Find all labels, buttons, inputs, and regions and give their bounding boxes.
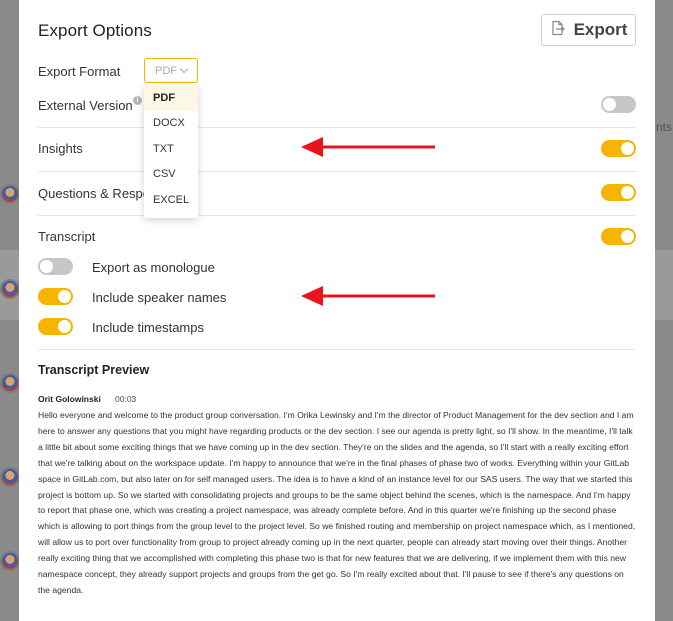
insights-toggle[interactable]	[601, 140, 636, 157]
divider	[38, 349, 636, 350]
export-icon	[550, 20, 566, 41]
transcript-text: Hello everyone and welcome to the produc…	[38, 410, 636, 595]
external-version-label: External Version	[38, 98, 133, 113]
annotation-arrow	[301, 286, 435, 306]
background-avatar	[0, 279, 20, 299]
include-timestamps-toggle[interactable]	[38, 318, 73, 335]
transcript-preview-title: Transcript Preview	[38, 363, 150, 377]
dropdown-option-txt[interactable]: TXT	[144, 136, 198, 162]
export-as-monologue-toggle[interactable]	[38, 258, 73, 275]
export-button[interactable]: Export	[541, 14, 636, 46]
export-button-label: Export	[573, 20, 628, 39]
divider	[38, 171, 636, 172]
export-format-value: PDF	[155, 64, 177, 77]
background-avatar	[0, 184, 20, 204]
questions-label: Questions & Respo	[38, 186, 151, 201]
include-speaker-names-label: Include speaker names	[92, 290, 227, 305]
export-format-dropdown: PDF DOCX TXT CSV EXCEL	[144, 85, 198, 218]
background-text: nts	[656, 120, 673, 134]
speaker-name: Orit Golowinski	[38, 394, 101, 404]
questions-toggle[interactable]	[601, 184, 636, 201]
transcript-toggle[interactable]	[601, 228, 636, 245]
include-timestamps-label: Include timestamps	[92, 320, 204, 335]
export-options-modal: Export Options Export Export Format PDF …	[19, 0, 655, 621]
transcript-label: Transcript	[38, 229, 96, 244]
chevron-down-icon	[179, 64, 189, 74]
background-avatar	[0, 373, 20, 393]
timestamp: 00:03	[115, 394, 137, 404]
modal-title: Export Options	[38, 21, 152, 40]
divider	[38, 215, 636, 216]
dropdown-option-csv[interactable]: CSV	[144, 162, 198, 188]
export-format-select[interactable]: PDF	[144, 58, 198, 83]
background-avatar	[0, 551, 20, 571]
info-icon[interactable]: i	[133, 96, 142, 105]
annotation-arrow	[301, 137, 435, 157]
dropdown-option-pdf[interactable]: PDF	[144, 85, 198, 111]
background-avatar	[0, 467, 20, 487]
include-speaker-names-toggle[interactable]	[38, 288, 73, 305]
dropdown-option-excel[interactable]: EXCEL	[144, 187, 198, 213]
divider	[38, 127, 636, 128]
insights-label: Insights	[38, 141, 83, 156]
dropdown-option-docx[interactable]: DOCX	[144, 111, 198, 137]
export-format-label: Export Format	[38, 64, 121, 79]
export-as-monologue-label: Export as monologue	[92, 260, 215, 275]
external-version-toggle[interactable]	[601, 96, 636, 113]
